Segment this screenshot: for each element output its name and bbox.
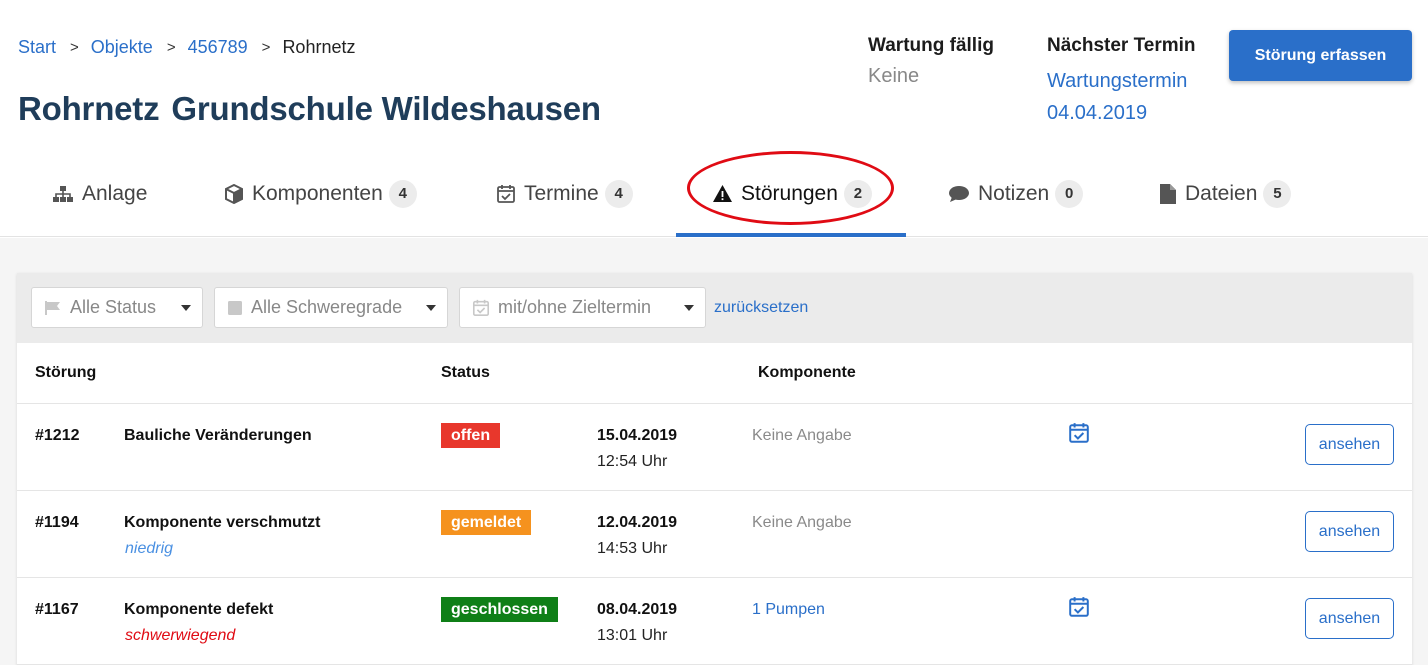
square-icon: [227, 300, 243, 316]
issue-id: #1212: [35, 427, 80, 444]
sitemap-icon: [52, 185, 74, 203]
page-title-main: Rohrnetz: [18, 90, 160, 127]
calendar-check-icon: [1068, 596, 1090, 623]
issue-title[interactable]: Komponente defekt: [124, 601, 273, 619]
issues-panel: Alle Status Alle Schweregrade mit/ohne Z…: [17, 273, 1412, 665]
chevron-down-icon: [684, 305, 694, 311]
comment-icon: [948, 185, 970, 203]
active-tab-indicator: [676, 233, 906, 237]
issue-id: #1194: [35, 514, 79, 531]
issue-title[interactable]: Komponente verschmutzt: [124, 514, 320, 532]
tab-label: Notizen: [978, 181, 1050, 205]
column-header-issue[interactable]: Störung: [35, 364, 96, 382]
tab-notizen[interactable]: Notizen 0: [948, 160, 1084, 237]
chevron-down-icon: [426, 305, 436, 311]
deadline-filter-select[interactable]: mit/ohne Zieltermin: [459, 287, 706, 328]
breadcrumb-current: Rohrnetz: [282, 37, 356, 57]
highlight-annotation-oval: [687, 151, 894, 225]
column-header-status[interactable]: Status: [441, 364, 490, 382]
issue-date: 12.04.2019: [597, 514, 678, 531]
status-badge: gemeldet: [441, 510, 532, 535]
next-appointment-date[interactable]: 04.04.2019: [1047, 97, 1196, 129]
issue-title[interactable]: Bauliche Veränderungen: [124, 427, 312, 445]
calendar-check-icon: [496, 184, 516, 204]
status-badge: geschlossen: [441, 597, 558, 622]
severity-filter-select[interactable]: Alle Schweregrade: [214, 287, 448, 328]
component-value: Keine Angabe: [752, 514, 852, 531]
maintenance-due-label: Wartung fällig: [868, 35, 994, 56]
page-title: Rohrnetz Grundschule Wildeshausen: [18, 90, 601, 128]
deadline-filter-value: mit/ohne Zieltermin: [498, 297, 652, 317]
tab-label: Komponenten: [252, 181, 383, 205]
calendar-check-icon: [472, 299, 490, 317]
file-icon: [1159, 183, 1177, 205]
tab-dateien[interactable]: Dateien 5: [1159, 160, 1292, 237]
breadcrumb-separator: >: [166, 39, 176, 56]
severity-label: niedrig: [125, 540, 174, 557]
tab-anlage[interactable]: Anlage: [52, 160, 147, 237]
table-row: #1167 Komponente defekt schwerwiegend ge…: [17, 578, 1412, 665]
maintenance-due: Wartung fällig Keine: [868, 35, 994, 88]
severity-filter-value: Alle Schweregrade: [251, 297, 403, 317]
breadcrumb-separator: >: [70, 39, 79, 56]
view-button[interactable]: ansehen: [1305, 598, 1394, 639]
table-row: #1194 Komponente verschmutzt niedrig gem…: [17, 491, 1412, 578]
next-appointment-label: Nächster Termin: [1047, 35, 1196, 56]
calendar-check-icon: [1068, 422, 1090, 449]
breadcrumb-separator: >: [261, 39, 271, 56]
tab-label: Dateien: [1185, 181, 1258, 205]
breadcrumb: Start > Objekte > 456789 > Rohrnetz: [18, 37, 355, 58]
maintenance-due-value: Keine: [868, 65, 920, 87]
table-row: #1212 Bauliche Veränderungen offen 15.04…: [17, 404, 1412, 491]
status-badge: offen: [441, 423, 501, 448]
issue-time: 14:53 Uhr: [597, 540, 668, 557]
cube-icon: [224, 183, 244, 204]
status-filter-value: Alle Status: [70, 297, 157, 317]
table-header: Störung Status Komponente: [17, 343, 1412, 404]
status-filter-select[interactable]: Alle Status: [31, 287, 203, 328]
flag-icon: [44, 300, 62, 316]
breadcrumb-objekte[interactable]: Objekte: [91, 37, 153, 58]
issue-date: 15.04.2019: [597, 427, 678, 444]
reset-filters-link[interactable]: zurücksetzen: [714, 299, 808, 317]
issue-id: #1167: [35, 601, 79, 618]
view-button[interactable]: ansehen: [1305, 424, 1394, 465]
breadcrumb-object-id[interactable]: 456789: [188, 37, 248, 58]
tab-count-badge: 5: [1263, 179, 1292, 208]
tab-label: Termine: [524, 181, 599, 205]
tab-komponenten[interactable]: Komponenten 4: [224, 160, 417, 237]
issue-time: 12:54 Uhr: [597, 453, 668, 470]
tab-label: Anlage: [82, 181, 148, 205]
component-link[interactable]: 1 Pumpen: [752, 601, 825, 619]
chevron-down-icon: [181, 305, 191, 311]
tab-count-badge: 4: [604, 179, 633, 208]
filter-bar: Alle Status Alle Schweregrade mit/ohne Z…: [17, 273, 1412, 343]
tab-termine[interactable]: Termine 4: [496, 160, 633, 237]
issue-time: 13:01 Uhr: [597, 627, 668, 644]
column-header-component[interactable]: Komponente: [758, 364, 856, 382]
next-appointment: Nächster Termin Wartungstermin 04.04.201…: [1047, 35, 1196, 129]
next-appointment-link[interactable]: Wartungstermin 04.04.2019: [1047, 65, 1196, 129]
tab-count-badge: 4: [388, 179, 417, 208]
tab-count-badge: 0: [1055, 179, 1084, 208]
view-button[interactable]: ansehen: [1305, 511, 1394, 552]
page-title-sub: Grundschule Wildeshausen: [171, 90, 601, 127]
issue-date: 08.04.2019: [597, 601, 678, 618]
breadcrumb-start[interactable]: Start: [18, 37, 56, 58]
page-header: Start > Objekte > 456789 > Rohrnetz Rohr…: [0, 0, 1428, 237]
severity-label: schwerwiegend: [125, 627, 236, 644]
report-issue-button[interactable]: Störung erfassen: [1229, 30, 1412, 81]
component-value: Keine Angabe: [752, 427, 852, 444]
next-appointment-title[interactable]: Wartungstermin: [1047, 65, 1196, 97]
